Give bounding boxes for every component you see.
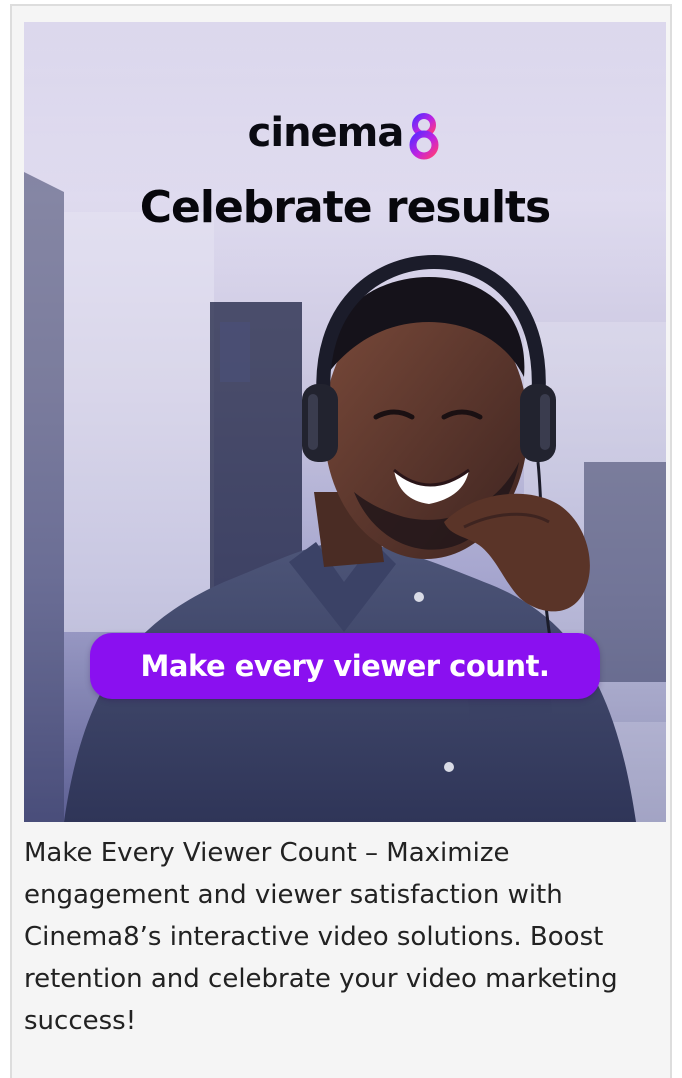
banner-headline: Celebrate results bbox=[139, 182, 552, 233]
brand-wordmark: cinema bbox=[247, 110, 405, 156]
cinema8-logo: cinema bbox=[24, 106, 666, 160]
promo-banner[interactable]: cinema Celebrate results Make every view… bbox=[24, 22, 666, 822]
figure-eight-logo-icon bbox=[409, 113, 439, 160]
ad-card: cinema Celebrate results Make every view… bbox=[10, 4, 672, 1078]
cta-pill: Make every viewer count. bbox=[90, 633, 600, 699]
cta-text: Make every viewer count. bbox=[140, 649, 550, 683]
ad-description: Make Every Viewer Count – Maximize engag… bbox=[24, 838, 618, 1036]
